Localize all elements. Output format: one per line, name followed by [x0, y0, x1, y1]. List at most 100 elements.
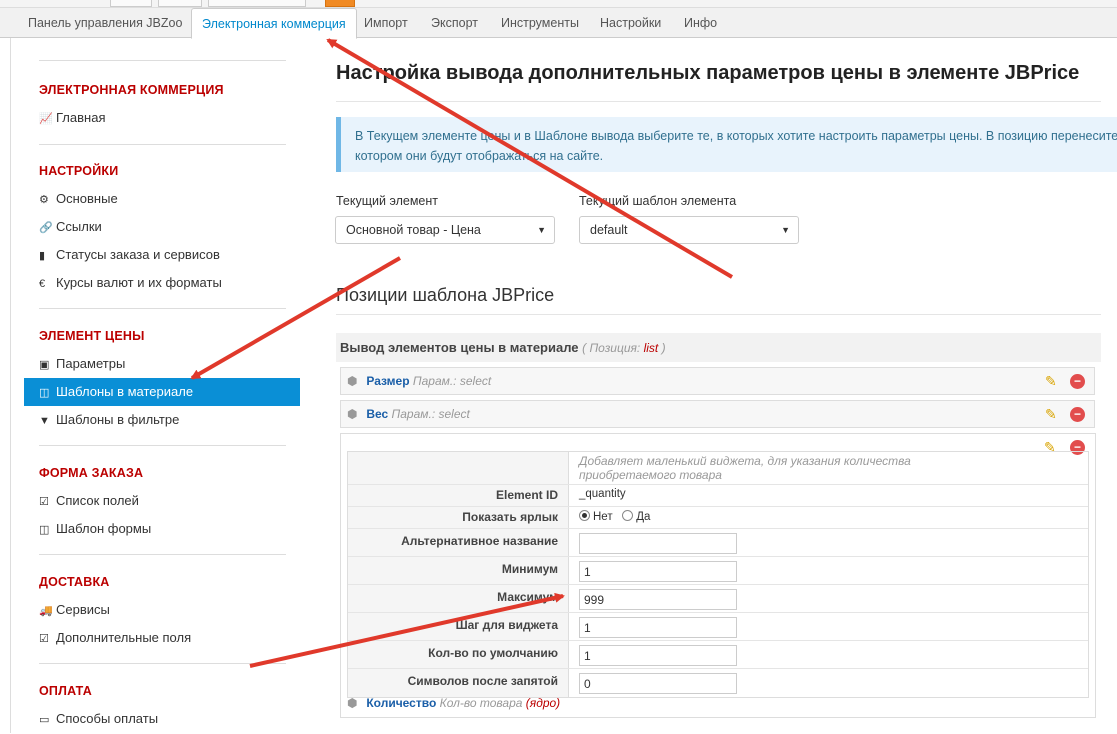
checkbox-icon: ☑ [39, 496, 49, 508]
element-config-panel: ✎ − Добавляет маленький виджета, для ука… [340, 433, 1096, 718]
truck-icon: 🚚 [39, 605, 53, 617]
decimals-input[interactable] [579, 673, 737, 694]
info-text-line: котором они будут отображаться на сайте. [355, 149, 604, 163]
position-header-title: Вывод элементов цены в материале [340, 340, 579, 355]
position-hint-suffix: ) [658, 341, 666, 355]
divider [336, 101, 1101, 102]
param-label: Показать ярлык [348, 507, 569, 528]
tab-info[interactable]: Инфо [674, 8, 727, 38]
divider [39, 144, 286, 145]
param-label: Максимум [348, 585, 569, 612]
cube-icon: ⬢ [347, 407, 358, 421]
sidebar-item-links[interactable]: 🔗 Ссылки [24, 213, 300, 241]
param-label: Символов после запятой [348, 669, 569, 697]
sidebar-item-form-template[interactable]: ◫ Шаблон формы [24, 515, 300, 543]
chevron-down-icon: ▼ [537, 225, 546, 235]
sidebar-item-extra-fields[interactable]: ☑ Дополнительные поля [24, 624, 300, 652]
sidebar-item-services[interactable]: 🚚 Сервисы [24, 596, 300, 624]
element-param: Парам.: select [412, 374, 492, 388]
radio-no[interactable] [579, 510, 590, 521]
frame-border [10, 38, 11, 733]
param-label: Минимум [348, 557, 569, 584]
chevron-down-icon: ▼ [781, 225, 790, 235]
radio-no-label: Нет [593, 511, 613, 523]
sidebar-item-statuses[interactable]: ▮ Статусы заказа и сервисов [24, 241, 300, 269]
sidebar-section-title: ОПЛАТА [39, 684, 92, 698]
sidebar-item-templates-material[interactable]: ◫ Шаблоны в материале [24, 378, 300, 406]
sidebar-item-label: Список полей [56, 493, 139, 508]
sidebar-item-label: Основные [56, 191, 118, 206]
sidebar-item-templates-filter[interactable]: ▼ Шаблоны в фильтре [24, 406, 300, 434]
tab-import[interactable]: Импорт [354, 8, 418, 38]
sidebar-item-currency[interactable]: € Курсы валют и их форматы [24, 269, 300, 297]
link-icon: 🔗 [39, 222, 53, 234]
sidebar-item-payment-methods[interactable]: ▭ Способы оплаты [24, 705, 300, 733]
top-tab-stub[interactable] [110, 0, 152, 7]
element-param: Кол-во товара [439, 696, 523, 710]
position-header: Вывод элементов цены в материале ( Позиц… [336, 333, 1101, 362]
divider [39, 60, 286, 61]
delete-icon[interactable]: − [1070, 407, 1085, 422]
element-row-quantity[interactable]: ⬢ Количество Кол-во товара (ядро) [347, 696, 560, 710]
tab-tools[interactable]: Инструменты [491, 8, 589, 38]
divider [336, 314, 1101, 315]
money-icon: ▣ [39, 359, 50, 371]
element-name: Вес [366, 407, 389, 421]
top-tab-stub[interactable] [208, 0, 306, 7]
info-alert: В Текущем элементе цены и в Шаблоне выво… [336, 117, 1117, 172]
current-template-label: Текущий шаблон элемента [579, 194, 737, 208]
sidebar-item-label: Шаблоны в фильтре [56, 412, 180, 427]
sidebar-item-fields-list[interactable]: ☑ Список полей [24, 487, 300, 515]
element-id-value: _quantity [579, 488, 626, 500]
param-row-min: Минимум [348, 557, 1088, 585]
sidebar-section-title: НАСТРОЙКИ [39, 164, 119, 178]
delete-icon[interactable]: − [1070, 374, 1085, 389]
tab-export[interactable]: Экспорт [421, 8, 488, 38]
current-template-select[interactable]: default ▼ [579, 216, 799, 244]
sidebar-item-label: Сервисы [56, 602, 110, 617]
sidebar-item-label: Шаблон формы [56, 521, 152, 536]
alt-name-input[interactable] [579, 533, 737, 554]
top-strip [0, 0, 1117, 8]
filter-icon: ▼ [39, 415, 50, 427]
top-tab-stub-active[interactable] [325, 0, 355, 7]
page-title: Настройка вывода дополнительных параметр… [336, 62, 1080, 84]
element-core-tag: (ядро) [525, 696, 561, 710]
sidebar-section-title: ЭЛЕКТРОННАЯ КОММЕРЦИЯ [39, 83, 224, 97]
radio-yes-label: Да [636, 511, 651, 523]
sidebar-item-label: Курсы валют и их форматы [56, 275, 222, 290]
current-element-select[interactable]: Основной товар - Цена ▼ [335, 216, 555, 244]
tab-settings[interactable]: Настройки [590, 8, 671, 38]
bookmark-icon: ▮ [39, 250, 46, 262]
euro-icon: € [39, 278, 46, 290]
param-row-decimals: Символов после запятой [348, 669, 1088, 697]
columns-icon: ◫ [39, 524, 50, 536]
max-input[interactable] [579, 589, 737, 610]
param-row-step: Шаг для виджета [348, 613, 1088, 641]
sidebar-item-parameters[interactable]: ▣ Параметры [24, 350, 300, 378]
element-row-size[interactable]: ⬢ Размер Парам.: select ✎ − [340, 367, 1095, 395]
tab-ecommerce[interactable]: Электронная коммерция [191, 8, 357, 39]
default-qty-input[interactable] [579, 645, 737, 666]
param-row-max: Максимум [348, 585, 1088, 613]
radio-yes[interactable] [622, 510, 634, 521]
current-element-label: Текущий элемент [336, 194, 438, 208]
pencil-icon[interactable]: ✎ [1045, 374, 1060, 389]
gear-icon: ⚙ [39, 194, 49, 206]
sidebar-item-main[interactable]: 📈 Главная [24, 104, 300, 132]
top-tab-stub[interactable] [158, 0, 202, 7]
element-row-weight[interactable]: ⬢ Вес Парам.: select ✎ − [340, 400, 1095, 428]
step-input[interactable] [579, 617, 737, 638]
element-name: Количество [366, 696, 437, 710]
min-input[interactable] [579, 561, 737, 582]
info-text-line: В Текущем элементе цены и в Шаблоне выво… [355, 129, 1117, 143]
sidebar-item-label: Дополнительные поля [56, 630, 192, 645]
show-label-options: Нет Да [579, 510, 650, 523]
divider [39, 308, 286, 309]
sidebar-item-general[interactable]: ⚙ Основные [24, 185, 300, 213]
columns-icon: ◫ [39, 387, 50, 399]
pencil-icon[interactable]: ✎ [1045, 407, 1060, 422]
position-hint-prefix: ( Позиция: [582, 341, 644, 355]
tab-dashboard[interactable]: Панель управления JBZoo [18, 8, 192, 38]
param-label: Element ID [348, 485, 569, 506]
